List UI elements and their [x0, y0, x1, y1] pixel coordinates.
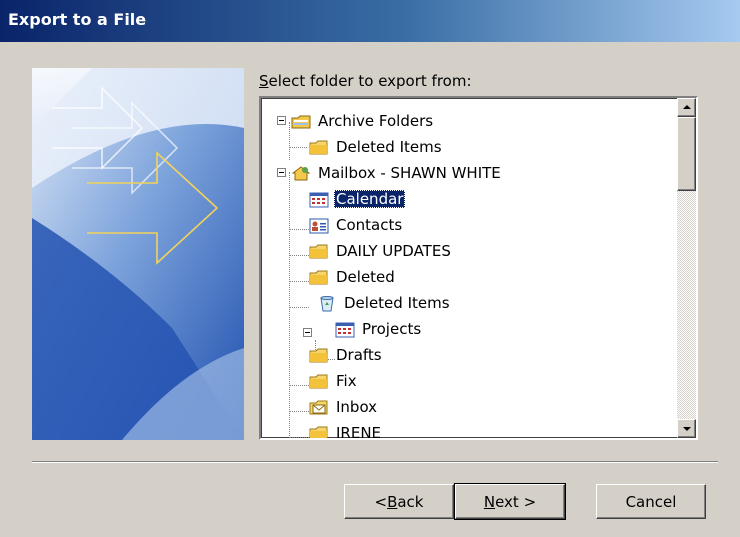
folder-icon: [309, 347, 329, 364]
scroll-up-button[interactable]: [677, 98, 696, 117]
calendar-icon: [335, 321, 355, 338]
tree-item-deleted-items-archive[interactable]: Deleted Items: [309, 136, 444, 158]
tree-item-inbox[interactable]: Inbox: [309, 396, 379, 418]
vertical-scrollbar[interactable]: [677, 98, 696, 438]
tree-item-fix[interactable]: Fix: [309, 370, 359, 392]
folder-tree[interactable]: Archive Folders Deleted Items Mailbox - …: [259, 96, 698, 440]
arrow-down-icon: [683, 427, 691, 431]
arrow-up-icon: [683, 105, 691, 109]
tree-item-deleted-items-mailbox[interactable]: Deleted Items: [317, 292, 452, 314]
scroll-down-button[interactable]: [677, 419, 696, 438]
tree-item-contacts[interactable]: Contacts: [309, 214, 404, 236]
folder-icon: [309, 373, 329, 390]
mailbox-icon: [291, 165, 311, 182]
wizard-banner-image: [32, 68, 244, 440]
archive-folders-icon: [291, 113, 311, 130]
folder-icon: [309, 243, 329, 260]
tree-item-drafts[interactable]: Drafts: [309, 344, 384, 366]
calendar-icon: [309, 191, 329, 208]
window-title: Export to a File: [8, 10, 147, 29]
recycle-bin-icon: [317, 295, 337, 312]
scroll-thumb[interactable]: [677, 117, 696, 191]
folder-icon: [309, 139, 329, 156]
inbox-icon: [309, 399, 329, 416]
collapse-mailbox-button[interactable]: [277, 168, 286, 177]
tree-item-mailbox[interactable]: Mailbox - SHAWN WHITE: [291, 162, 503, 184]
folder-tree-content: Archive Folders Deleted Items Mailbox - …: [263, 100, 673, 438]
tree-item-archive-folders[interactable]: Archive Folders: [291, 110, 435, 132]
tree-item-daily-updates[interactable]: DAILY UPDATES: [309, 240, 453, 262]
button-separator: [32, 461, 718, 463]
tree-item-irene[interactable]: IRENE: [309, 422, 383, 438]
folder-icon: [309, 269, 329, 286]
title-bar: Export to a File: [0, 0, 740, 42]
cancel-button[interactable]: Cancel: [596, 484, 706, 519]
tree-item-calendar[interactable]: Calendar: [309, 188, 406, 210]
contacts-icon: [309, 217, 329, 234]
collapse-archive-folders-button[interactable]: [277, 116, 286, 125]
next-button[interactable]: Next >: [454, 483, 566, 520]
tree-item-deleted[interactable]: Deleted: [309, 266, 397, 288]
folder-icon: [309, 425, 329, 438]
collapse-deleted-items-button[interactable]: [303, 328, 312, 337]
select-folder-label: Select folder to export from:: [259, 72, 472, 90]
tree-item-projects[interactable]: Projects: [335, 318, 423, 340]
back-button[interactable]: < Back: [344, 484, 454, 519]
